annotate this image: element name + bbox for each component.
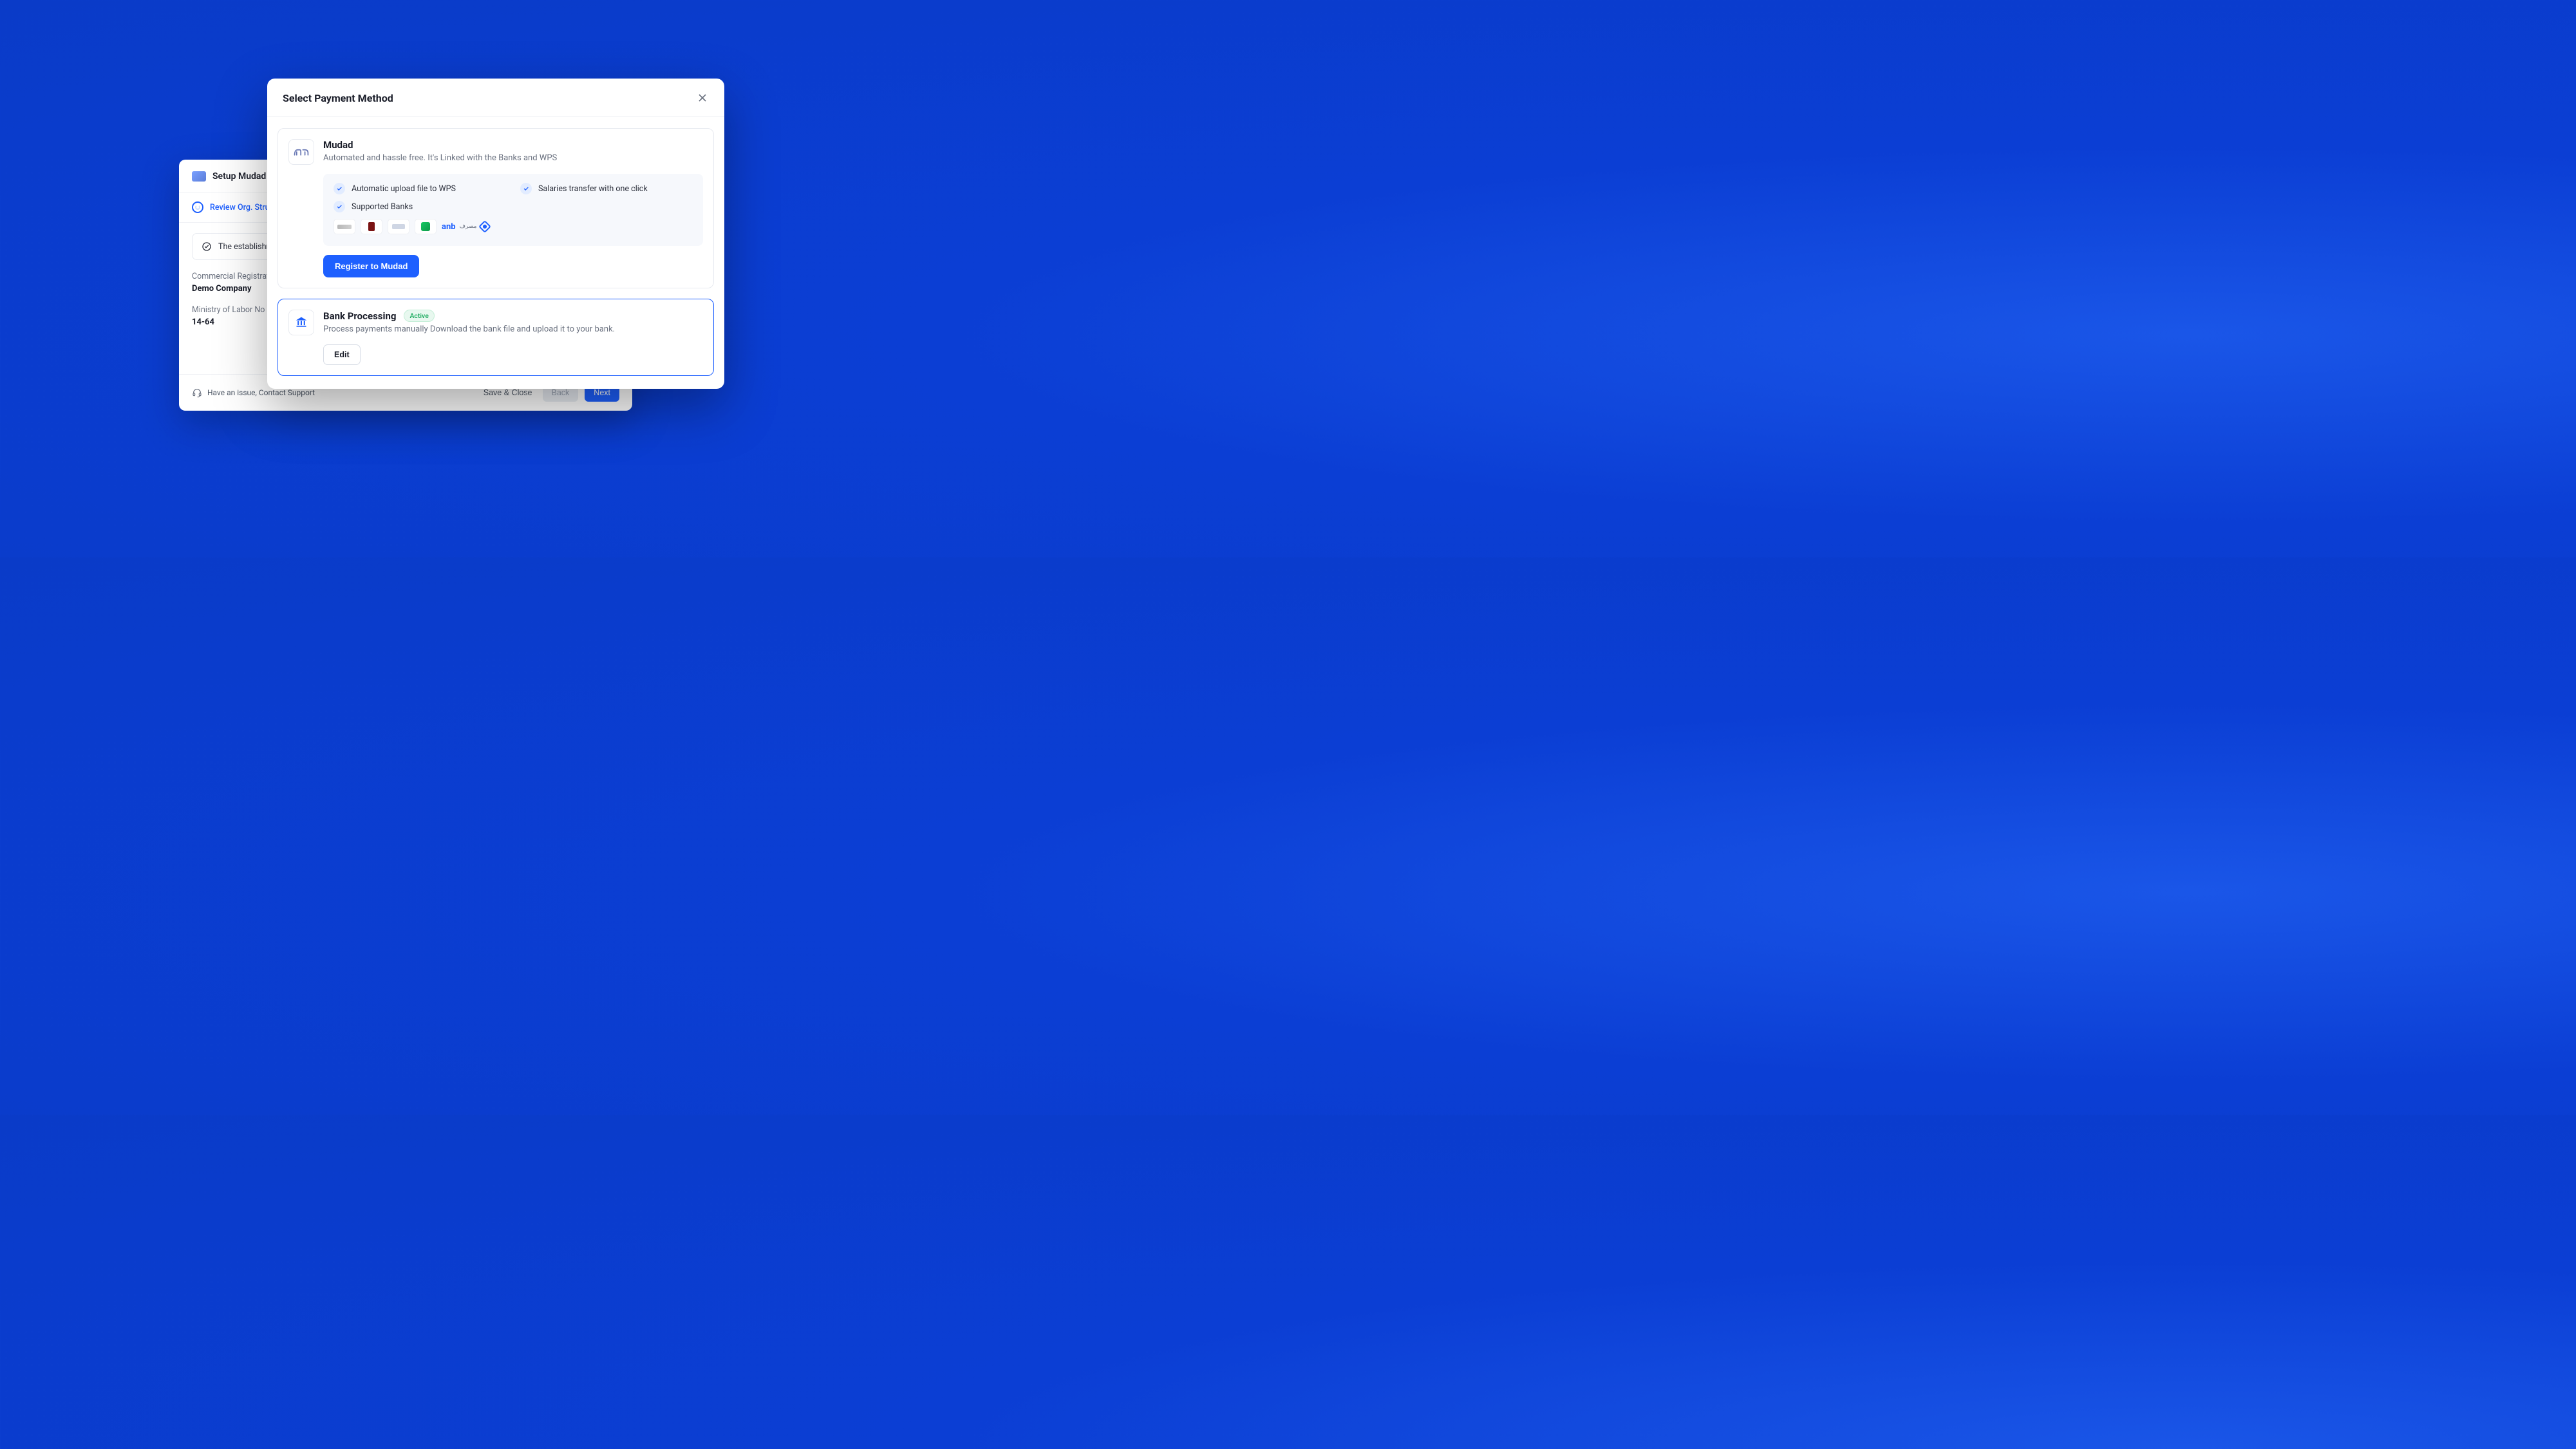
wizard-logo-icon	[192, 171, 206, 182]
mudad-desc: Automated and hassle free. It's Linked w…	[323, 153, 703, 163]
feature-supported-banks: Supported Banks anb مصرف	[334, 201, 693, 234]
bank-logo-2-icon	[361, 219, 382, 234]
mudad-feature-box: Automatic upload file to WPS Salaries tr…	[323, 174, 703, 246]
bank-desc: Process payments manually Download the b…	[323, 324, 703, 334]
feature-row-1: Automatic upload file to WPS Salaries tr…	[334, 183, 693, 194]
bank-logo-1-icon	[334, 219, 355, 234]
mudad-option-card[interactable]: Mudad Automated and hassle free. It's Li…	[277, 128, 714, 288]
feature-auto-upload: Automatic upload file to WPS	[334, 183, 494, 194]
bank-meta: Bank Processing Active Process payments …	[323, 310, 703, 334]
feature-banks-label: Supported Banks	[352, 202, 413, 212]
step-progress-ring-icon	[192, 201, 203, 213]
bank-option-head: Bank Processing Active Process payments …	[288, 310, 703, 335]
bank-building-icon	[294, 316, 308, 329]
feature-salaries-label: Salaries transfer with one click	[538, 184, 648, 194]
bank-title: Bank Processing	[323, 310, 396, 322]
mudad-option-head: Mudad Automated and hassle free. It's Li…	[288, 139, 703, 165]
modal-body: Mudad Automated and hassle free. It's Li…	[267, 117, 724, 389]
bank-title-row: Bank Processing Active	[323, 310, 703, 322]
mudad-title: Mudad	[323, 139, 703, 151]
support-text: Have an issue, Contact Support	[207, 388, 315, 397]
mudad-meta: Mudad Automated and hassle free. It's Li…	[323, 139, 703, 163]
contact-support-link[interactable]: Have an issue, Contact Support	[192, 388, 315, 398]
check-circle-icon	[202, 241, 212, 252]
check-icon	[334, 201, 345, 212]
modal-title: Select Payment Method	[283, 92, 393, 104]
bank-arabic-text-icon: مصرف	[460, 223, 477, 230]
save-close-button[interactable]: Save & Close	[480, 388, 536, 397]
bank-logo-box	[288, 310, 314, 335]
mudad-logo-box	[288, 139, 314, 165]
headset-icon	[192, 388, 202, 398]
payment-method-modal: Select Payment Method Mudad Automated an…	[267, 79, 724, 389]
wizard-title: Setup Mudad	[212, 171, 266, 182]
feature-salaries: Salaries transfer with one click	[520, 183, 681, 194]
bank-logos-tail: anb مصرف	[442, 222, 489, 232]
edit-button[interactable]: Edit	[323, 344, 361, 365]
register-mudad-button[interactable]: Register to Mudad	[323, 255, 419, 277]
rajhi-logo-icon	[479, 220, 492, 233]
anb-logo-text: anb	[442, 222, 456, 232]
bank-logo-4-icon	[415, 219, 437, 234]
close-icon[interactable]	[696, 91, 709, 104]
feature-auto-label: Automatic upload file to WPS	[352, 184, 456, 194]
check-icon	[520, 183, 532, 194]
bank-processing-option-card[interactable]: Bank Processing Active Process payments …	[277, 299, 714, 376]
active-badge: Active	[404, 310, 434, 322]
modal-header: Select Payment Method	[267, 79, 724, 117]
bank-logos-row: anb مصرف	[334, 219, 489, 234]
check-icon	[334, 183, 345, 194]
bank-logo-3-icon	[388, 219, 409, 234]
mudad-logo-icon	[294, 147, 309, 157]
